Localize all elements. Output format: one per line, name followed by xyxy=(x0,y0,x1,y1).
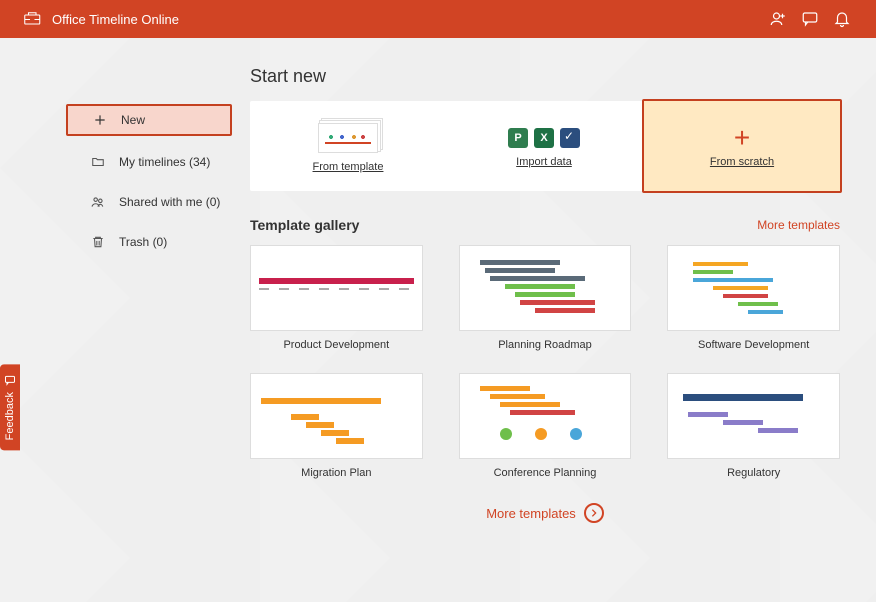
plus-large-icon: + xyxy=(734,124,750,152)
template-gallery: Product Development Planning Roadmap xyxy=(250,245,840,479)
template-thumb xyxy=(250,373,423,459)
from-scratch-card[interactable]: + From scratch xyxy=(642,99,842,193)
sidebar-item-label: Shared with me (0) xyxy=(119,195,232,209)
chat-icon[interactable] xyxy=(794,10,826,28)
template-card[interactable]: Planning Roadmap xyxy=(459,245,632,351)
more-templates-label: More templates xyxy=(486,506,576,521)
template-label: Planning Roadmap xyxy=(498,339,592,351)
trash-icon xyxy=(91,235,109,249)
template-card[interactable]: Software Development xyxy=(667,245,840,351)
app-title: Office Timeline Online xyxy=(52,12,179,27)
start-new-row: From template Import data + From scratch xyxy=(250,101,840,191)
app-logo-icon xyxy=(24,12,42,26)
sidebar: New My timelines (34) Shared with me (0)… xyxy=(0,38,250,602)
start-new-title: Start new xyxy=(250,66,840,87)
sidebar-item-new[interactable]: New xyxy=(66,104,232,136)
arrow-right-icon xyxy=(584,503,604,523)
shared-icon xyxy=(91,195,109,209)
start-card-label: Import data xyxy=(516,156,572,168)
main-content: Start new From template Import data + Fr… xyxy=(250,38,876,602)
import-data-card[interactable]: Import data xyxy=(446,101,642,191)
start-card-label: From template xyxy=(313,161,384,173)
sidebar-item-my-timelines[interactable]: My timelines (34) xyxy=(66,146,232,178)
template-thumb xyxy=(667,373,840,459)
template-thumb xyxy=(250,245,423,331)
template-card[interactable]: Conference Planning xyxy=(459,373,632,479)
plus-icon xyxy=(93,113,111,127)
template-card[interactable]: Regulatory xyxy=(667,373,840,479)
template-label: Regulatory xyxy=(727,467,780,479)
template-thumb xyxy=(459,245,632,331)
template-label: Software Development xyxy=(698,339,809,351)
bell-icon[interactable] xyxy=(826,10,858,28)
gallery-title: Template gallery xyxy=(250,217,359,233)
template-card[interactable]: Migration Plan xyxy=(250,373,423,479)
app-header: Office Timeline Online xyxy=(0,0,876,38)
template-thumb xyxy=(667,245,840,331)
sidebar-item-shared[interactable]: Shared with me (0) xyxy=(66,186,232,218)
start-card-label: From scratch xyxy=(710,156,774,168)
sidebar-item-trash[interactable]: Trash (0) xyxy=(66,226,232,258)
template-label: Migration Plan xyxy=(301,467,371,479)
folder-icon xyxy=(91,155,109,169)
template-card[interactable]: Product Development xyxy=(250,245,423,351)
template-label: Product Development xyxy=(283,339,389,351)
sidebar-item-label: My timelines (34) xyxy=(119,155,232,169)
template-label: Conference Planning xyxy=(494,467,597,479)
from-template-card[interactable]: From template xyxy=(250,101,446,191)
template-stack-icon xyxy=(318,123,378,153)
sidebar-item-label: Trash (0) xyxy=(119,235,232,249)
template-thumb xyxy=(459,373,632,459)
more-templates-link[interactable]: More templates xyxy=(757,218,840,232)
import-apps-icon xyxy=(508,128,580,148)
sidebar-item-label: New xyxy=(121,113,230,127)
add-user-icon[interactable] xyxy=(762,10,794,28)
more-templates-button[interactable]: More templates xyxy=(250,503,840,523)
